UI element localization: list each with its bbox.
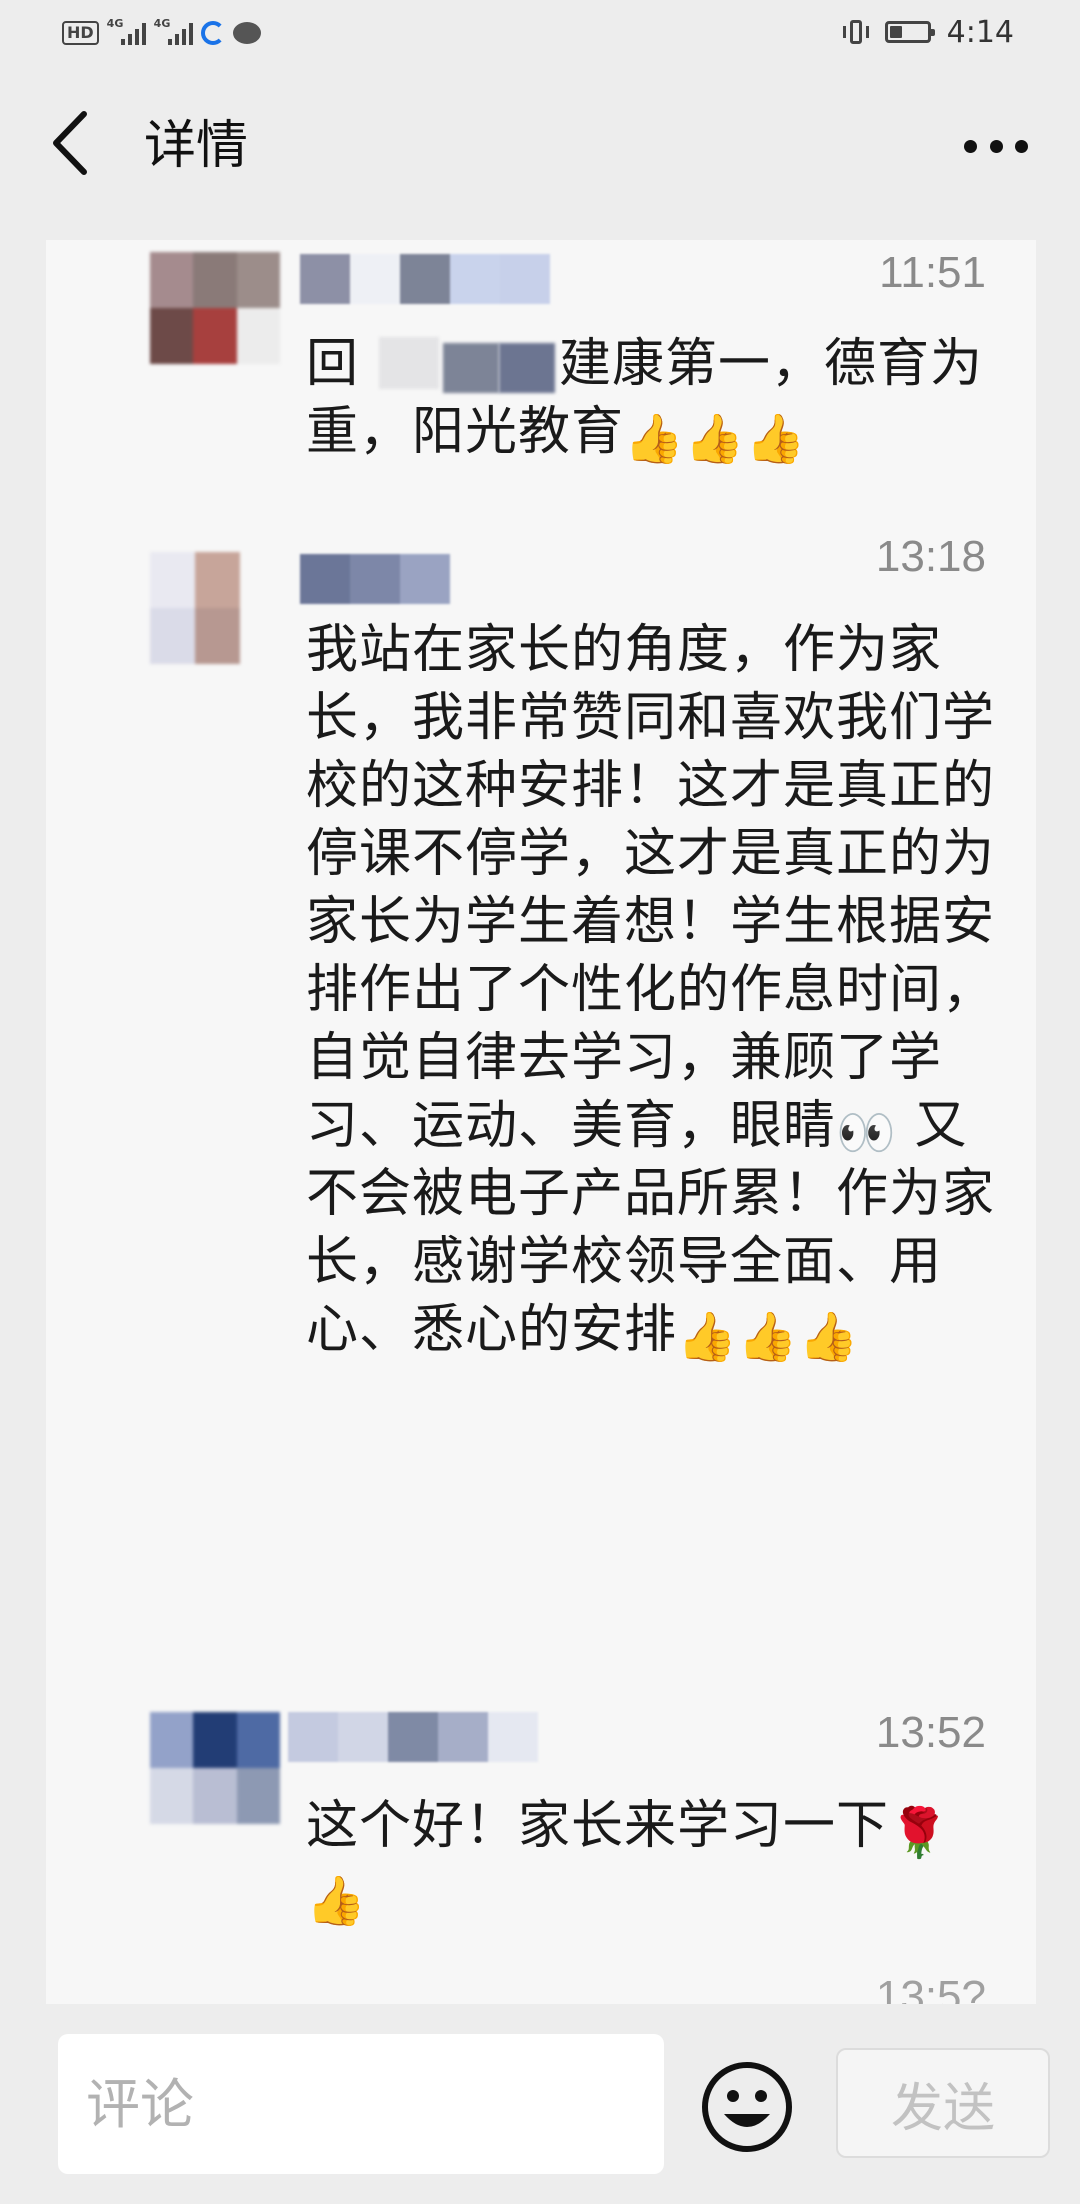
sync-icon	[200, 21, 225, 45]
comment-text: 这个好！家长来学习一下🌹 👍	[306, 1792, 996, 1928]
author-name[interactable]	[300, 554, 450, 604]
hd-icon: HD	[62, 21, 99, 45]
thumbs-up-icon: 👍	[306, 1873, 367, 1929]
thumbs-up-icon: 👍	[798, 1309, 860, 1365]
comment-text: 我站在家长的角度，作为家长，我非常赞同和喜欢我们学校的这种安排！这才是真正的停课…	[306, 616, 996, 1364]
avatar[interactable]	[150, 1712, 280, 1824]
author-name[interactable]	[288, 1712, 538, 1762]
smiley-face-icon	[702, 2062, 792, 2152]
status-time: 4:14	[946, 14, 1014, 50]
avatar[interactable]	[150, 552, 240, 664]
avatar[interactable]	[150, 252, 280, 364]
eyes-icon: 👀	[836, 1105, 897, 1161]
status-bar: HD 4G 4G 4:14	[0, 0, 1080, 66]
emoji-button[interactable]	[700, 2060, 794, 2154]
comment-input[interactable]	[58, 2034, 664, 2174]
thumbs-up-icon: 👍	[677, 1309, 738, 1365]
chevron-left-icon	[53, 111, 87, 175]
thumbs-up-icon: 👍	[624, 411, 685, 467]
more-button[interactable]	[956, 116, 1036, 176]
thumbs-up-icon: 👍	[684, 411, 746, 467]
title-bar: 详情	[0, 66, 1080, 240]
status-left: HD 4G 4G	[62, 16, 261, 50]
thumbs-up-icon: 👍	[745, 411, 807, 467]
message-icon	[232, 22, 261, 44]
page-title: 详情	[144, 116, 249, 176]
comment-text: 回建康第一，德育为重，阳光教育👍👍👍	[306, 330, 996, 466]
comment-list[interactable]: 11:51 回建康第一，德育为重，阳光教育👍👍👍 13:18 我站在家长的角度，…	[46, 240, 1036, 2004]
send-button[interactable]: 发送	[836, 2048, 1050, 2158]
reply-prefix: 回	[306, 334, 360, 394]
comment-time: 13:5?	[875, 1972, 986, 2004]
list-item: 13:52 这个好！家长来学习一下🌹 👍	[46, 1692, 1036, 1942]
list-item: 11:51 回建康第一，德育为重，阳光教育👍👍👍	[46, 240, 1036, 510]
comment-time: 13:18	[875, 532, 986, 581]
more-dots-icon	[964, 139, 977, 153]
comment-time: 11:51	[879, 248, 986, 297]
comment-body: 这个好！家长来学习一下	[306, 1796, 890, 1856]
signal-icon: 4G	[154, 17, 193, 45]
comment-body: 我站在家长的角度，作为家长，我非常赞同和喜欢我们学校的这种安排！这才是真正的停课…	[306, 620, 996, 1156]
author-name[interactable]	[300, 254, 550, 304]
thumbs-up-icon: 👍	[737, 1309, 799, 1365]
status-right: 4:14	[842, 14, 1014, 50]
list-item: 13:5?	[46, 1956, 1036, 2004]
blurred-name	[359, 337, 559, 393]
comment-time: 13:52	[875, 1708, 986, 1757]
rose-icon: 🌹	[889, 1805, 950, 1861]
back-button[interactable]	[44, 106, 104, 180]
battery-icon	[884, 21, 935, 43]
vibrate-icon	[842, 18, 869, 46]
signal-icon: 4G	[107, 17, 146, 45]
comment-input-bar: 发送	[0, 2004, 1080, 2204]
